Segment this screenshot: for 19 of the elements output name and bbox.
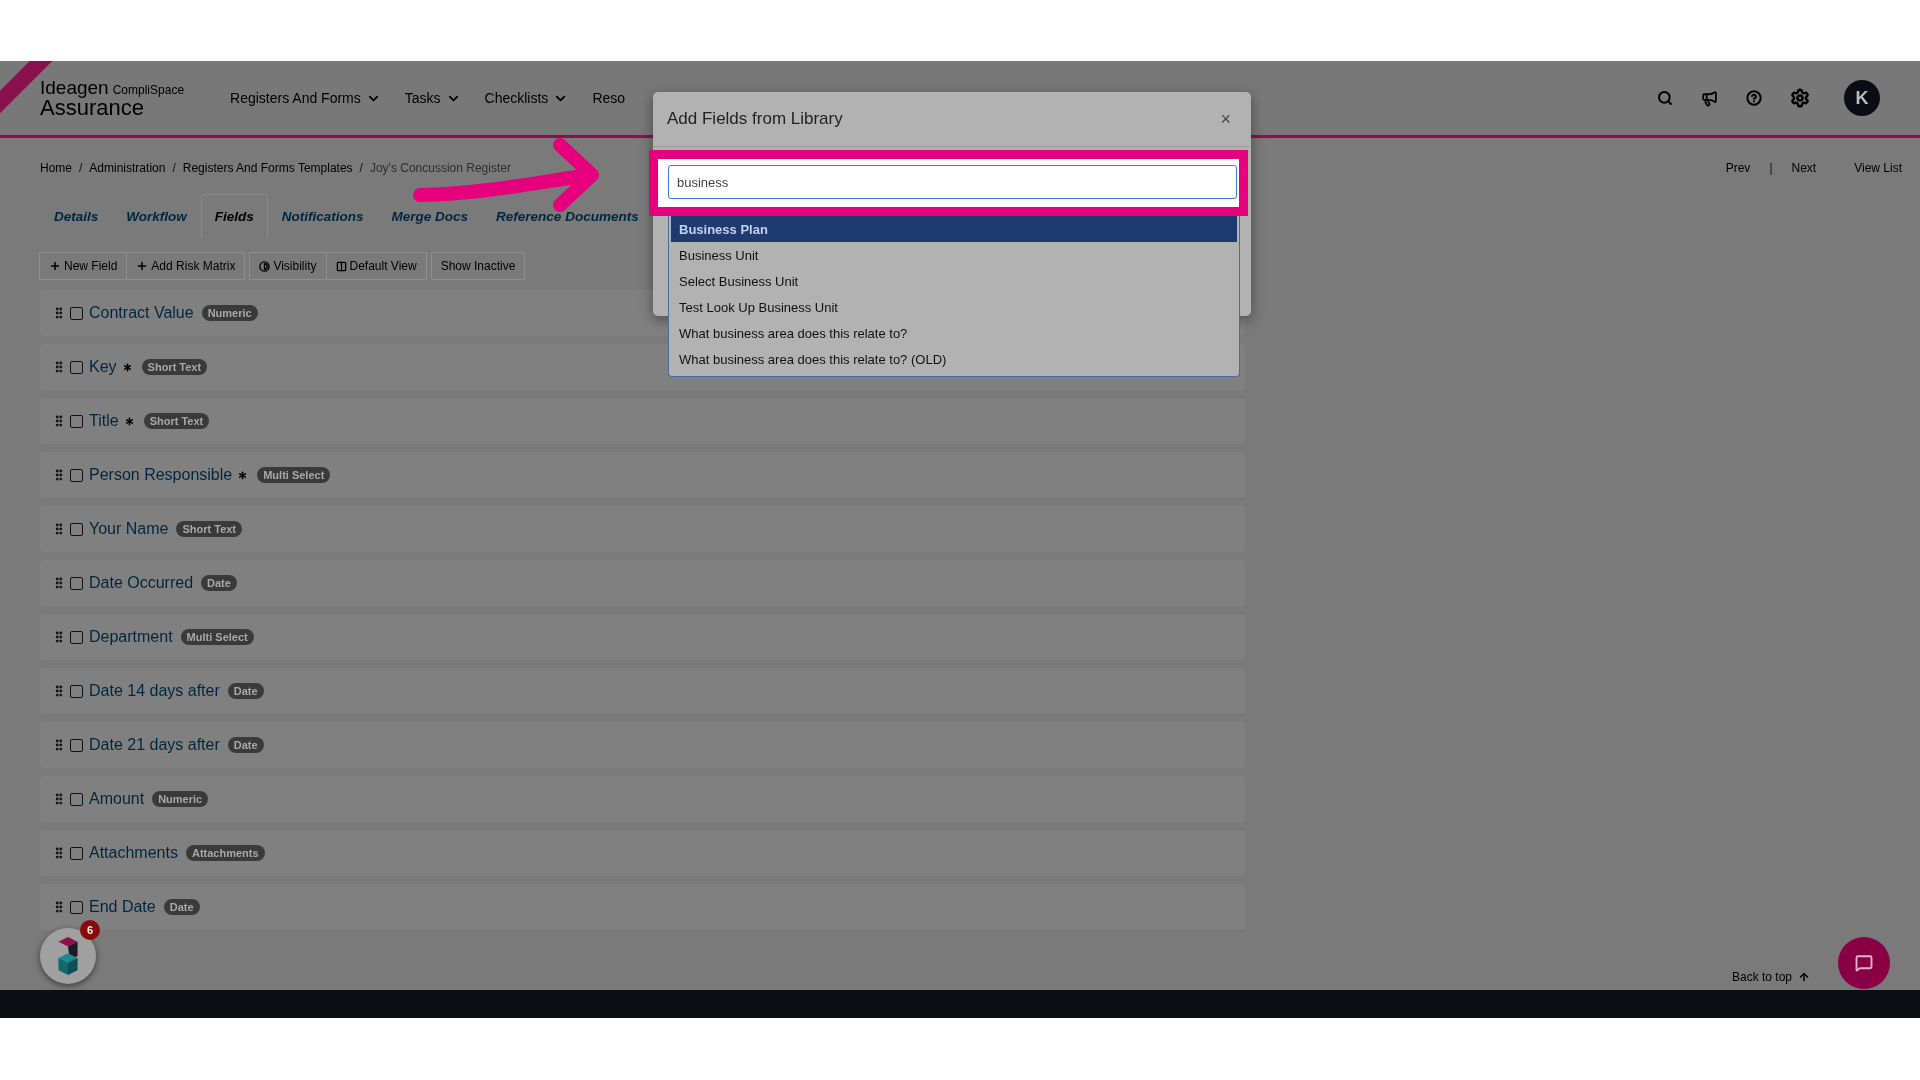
field-type-tag: Attachments bbox=[185, 845, 265, 861]
pager-separator: | bbox=[1769, 161, 1773, 175]
field-type-tag: Date bbox=[163, 899, 200, 915]
dialog-title: Add Fields from Library bbox=[667, 109, 843, 129]
field-type-tag: Date bbox=[227, 737, 264, 753]
field-type-tag: Date bbox=[227, 683, 264, 699]
field-type-tag: Multi Select bbox=[257, 467, 331, 483]
field-type-tag: Numeric bbox=[201, 305, 258, 321]
logo-brand: Ideagen bbox=[40, 77, 109, 97]
field-type-tag: Short Text bbox=[143, 413, 210, 429]
breadcrumb-separator: / bbox=[79, 161, 83, 175]
field-type-tag: Short Text bbox=[141, 359, 208, 375]
breadcrumb-separator: / bbox=[359, 161, 363, 175]
field-type-tag: Date bbox=[201, 575, 237, 591]
logo-product: CompliSpace bbox=[112, 83, 185, 96]
breadcrumb-separator: / bbox=[172, 161, 176, 175]
field-type-tag: Numeric bbox=[152, 791, 209, 807]
field-type-tag: Multi Select bbox=[180, 629, 254, 645]
field-type-tag: Short Text bbox=[176, 521, 243, 537]
